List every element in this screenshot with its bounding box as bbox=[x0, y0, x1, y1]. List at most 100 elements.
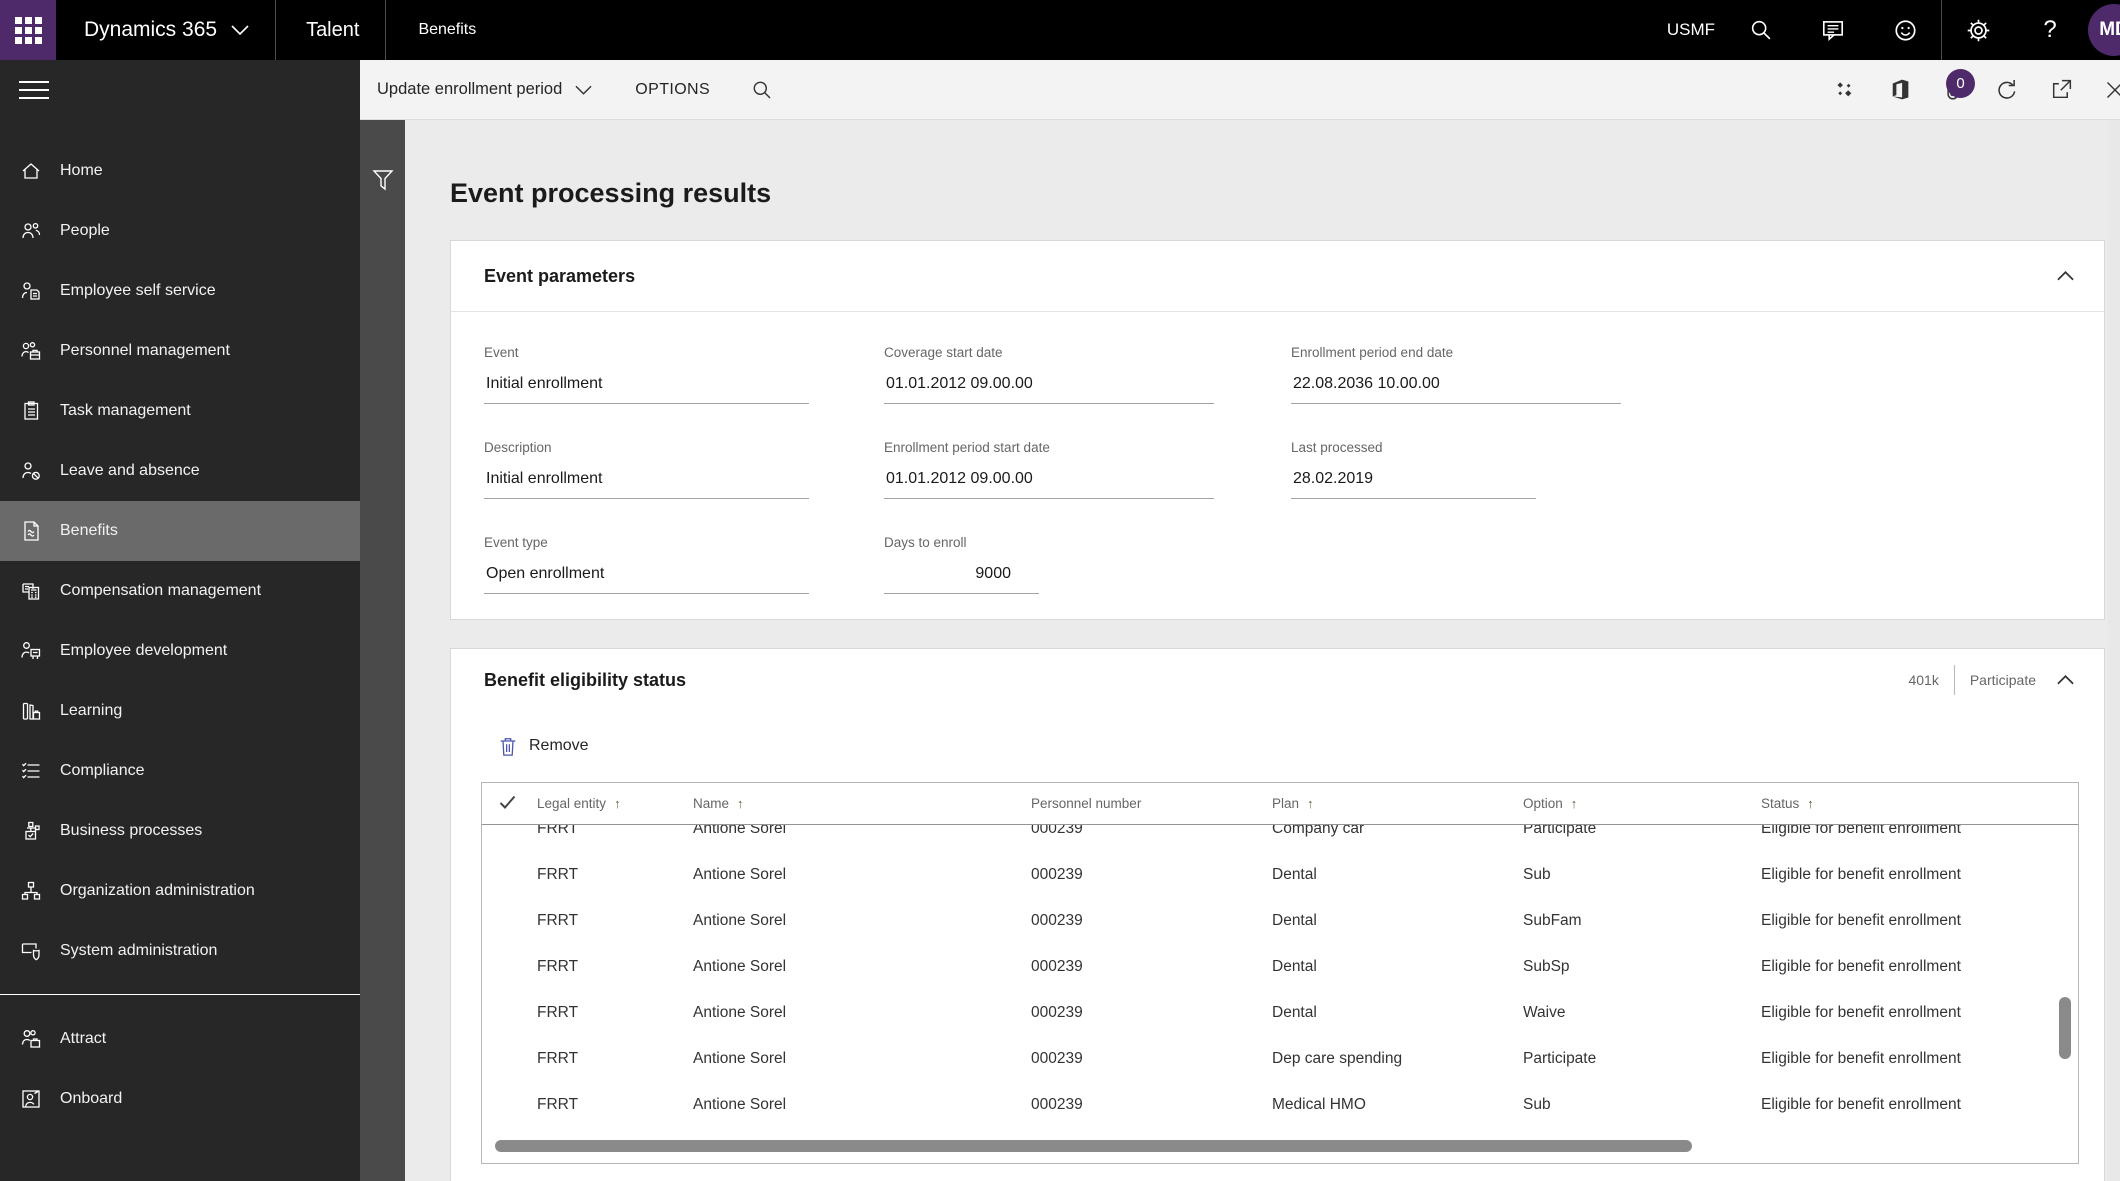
sort-ascending-icon: ↑ bbox=[1570, 796, 1578, 811]
table-cell: Dental bbox=[1272, 958, 1317, 975]
settings-button[interactable] bbox=[1942, 0, 2014, 60]
sidebar-item-home[interactable]: Home bbox=[0, 141, 360, 201]
feedback-button[interactable] bbox=[1797, 0, 1869, 60]
help-button[interactable]: ? bbox=[2014, 0, 2086, 60]
field-value[interactable]: 9000 bbox=[884, 564, 1039, 594]
table-row[interactable]: FRRT Antione Sorel 000239 Dental Sub Eligible… bbox=[482, 852, 2078, 898]
table-cell: FRRT bbox=[537, 825, 579, 837]
sidebar-item-leave-and-absence[interactable]: Leave and absence bbox=[0, 441, 360, 501]
company-picker[interactable]: USMF bbox=[1667, 20, 1715, 40]
office-button[interactable] bbox=[1872, 60, 1926, 120]
field-value[interactable]: Initial enrollment bbox=[484, 469, 809, 499]
close-pane-button[interactable] bbox=[2088, 60, 2120, 120]
table-cell: Dental bbox=[1272, 912, 1317, 929]
table-row[interactable]: FRRT Antione Sorel 000239 Dep care spending… bbox=[482, 1036, 2078, 1082]
table-cell: Antione Sorel bbox=[693, 912, 787, 929]
attract-icon bbox=[19, 1027, 43, 1051]
vertical-scrollbar-thumb[interactable] bbox=[2059, 997, 2071, 1059]
field-value[interactable]: 22.08.2036 10.00.00 bbox=[1291, 374, 1621, 404]
attachments-button[interactable]: 0 bbox=[1926, 60, 1980, 120]
page-scrollbar-track[interactable] bbox=[2108, 120, 2120, 1181]
app-name-menu[interactable]: Dynamics 365 bbox=[84, 18, 249, 42]
options-menu-button[interactable]: OPTIONS bbox=[635, 81, 710, 99]
screen: Dynamics 365 Talent Benefits USMF ? M Up… bbox=[0, 0, 2120, 1181]
table-cell: FRRT bbox=[537, 1004, 579, 1021]
field-label: Last processed bbox=[1291, 440, 1383, 455]
sidebar-item-attract[interactable]: Attract bbox=[0, 1009, 360, 1069]
table-row[interactable]: FRRT Antione Sorel 000239 Dental Waive Eligib… bbox=[482, 990, 2078, 1036]
collapse-section-button[interactable] bbox=[2057, 675, 2074, 685]
sidebar-item-task-management[interactable]: Task management bbox=[0, 381, 360, 441]
table-row[interactable]: FRRT Antione Sorel 000239 Dental SubSp Eligib… bbox=[482, 944, 2078, 990]
benefit-eligibility-header[interactable]: Benefit eligibility status 401k Particip… bbox=[451, 649, 2104, 711]
field-value[interactable]: Open enrollment bbox=[484, 564, 809, 594]
column-header-option[interactable]: Option ↑ bbox=[1523, 783, 1755, 824]
field-value[interactable]: Initial enrollment bbox=[484, 374, 809, 404]
table-cell: Participate bbox=[1523, 1050, 1597, 1067]
table-cell: 000239 bbox=[1031, 1004, 1083, 1021]
sidebar-item-employee-self-service[interactable]: Employee self service bbox=[0, 261, 360, 321]
nav-module-talent[interactable]: Talent bbox=[306, 19, 359, 42]
event-parameters-header[interactable]: Event parameters bbox=[451, 241, 2104, 312]
column-header-legal-entity[interactable]: Legal entity ↑ bbox=[537, 783, 687, 824]
field-event[interactable]: Event Initial enrollment bbox=[484, 344, 809, 404]
sidebar-item-employee-development[interactable]: Employee development bbox=[0, 621, 360, 681]
sidebar-item-onboard[interactable]: Onboard bbox=[0, 1069, 360, 1129]
clipboard-icon bbox=[19, 399, 43, 423]
open-in-new-window-button[interactable] bbox=[2034, 60, 2088, 120]
hamburger-menu-button[interactable] bbox=[19, 81, 49, 99]
horizontal-scrollbar-thumb[interactable] bbox=[495, 1140, 1692, 1152]
column-header-status[interactable]: Status ↑ bbox=[1761, 783, 2069, 824]
remove-button[interactable]: Remove bbox=[498, 729, 589, 763]
app-launcher-button[interactable] bbox=[0, 0, 56, 60]
table-row[interactable]: FRRT Antione Sorel 000239 Dental SubFam Eligi… bbox=[482, 898, 2078, 944]
sidebar-item-organization-administration[interactable]: Organization administration bbox=[0, 861, 360, 921]
field-coverage-start-date[interactable]: Coverage start date 01.01.2012 09.00.00 bbox=[884, 344, 1214, 404]
column-header-personnel-number[interactable]: Personnel number bbox=[1031, 783, 1266, 824]
field-value[interactable]: 01.01.2012 09.00.00 bbox=[884, 374, 1214, 404]
field-last-processed[interactable]: Last processed 28.02.2019 bbox=[1291, 439, 1536, 499]
sidebar-item-people[interactable]: People bbox=[0, 201, 360, 261]
sidebar-item-compliance[interactable]: Compliance bbox=[0, 741, 360, 801]
sidebar-item-business-processes[interactable]: Business processes bbox=[0, 801, 360, 861]
field-value[interactable]: 01.01.2012 09.00.00 bbox=[884, 469, 1214, 499]
sidebar-item-system-administration[interactable]: System administration bbox=[0, 921, 360, 981]
refresh-button[interactable] bbox=[1980, 60, 2034, 120]
table-cell: 000239 bbox=[1031, 825, 1083, 837]
sidebar-item-compensation-management[interactable]: Compensation management bbox=[0, 561, 360, 621]
field-event-type[interactable]: Event type Open enrollment bbox=[484, 534, 809, 594]
search-button[interactable] bbox=[1725, 0, 1797, 60]
filter-pane-button[interactable] bbox=[371, 169, 405, 191]
collapse-section-button[interactable] bbox=[2057, 271, 2074, 281]
field-enrollment-period-end-date[interactable]: Enrollment period end date 22.08.2036 10… bbox=[1291, 344, 1621, 404]
sidebar-item-personnel-management[interactable]: Personnel management bbox=[0, 321, 360, 381]
glimpse-button[interactable] bbox=[1818, 60, 1872, 120]
sort-ascending-icon: ↑ bbox=[1307, 796, 1314, 811]
command-search-button[interactable] bbox=[750, 78, 774, 102]
org-hierarchy-icon bbox=[19, 879, 43, 903]
field-label: Enrollment period end date bbox=[1291, 345, 1454, 360]
table-cell: FRRT bbox=[537, 866, 579, 883]
field-value[interactable]: 28.02.2019 bbox=[1291, 469, 1536, 499]
table-row[interactable]: FRRT Antione Sorel 000239 Medical HMO Sub Eli… bbox=[482, 1082, 2078, 1128]
column-header-name[interactable]: Name ↑ bbox=[693, 783, 1023, 824]
field-days-to-enroll[interactable]: Days to enroll 9000 bbox=[884, 534, 1039, 594]
table-row[interactable]: FRRT Antione Sorel 000239 Company car Partic… bbox=[482, 825, 2078, 852]
system-shield-icon bbox=[19, 939, 43, 963]
sidebar-item-benefits[interactable]: Benefits bbox=[0, 501, 360, 561]
checklist-icon bbox=[19, 759, 43, 783]
table-cell: Antione Sorel bbox=[693, 1096, 787, 1113]
field-label: Enrollment period start date bbox=[884, 440, 1050, 455]
page-title: Event processing results bbox=[450, 178, 772, 208]
avatar[interactable]: MD bbox=[2088, 4, 2120, 56]
field-description[interactable]: Description Initial enrollment bbox=[484, 439, 809, 499]
column-header-plan[interactable]: Plan ↑ bbox=[1272, 783, 1517, 824]
select-all-checkmark-icon[interactable] bbox=[499, 795, 516, 810]
sidebar-item-learning[interactable]: Learning bbox=[0, 681, 360, 741]
table-cell: 000239 bbox=[1031, 866, 1083, 883]
update-enrollment-period-button[interactable]: Update enrollment period bbox=[377, 80, 592, 99]
table-cell: Antione Sorel bbox=[693, 866, 787, 883]
table-cell: FRRT bbox=[537, 912, 579, 929]
field-enrollment-period-start-date[interactable]: Enrollment period start date 01.01.2012 … bbox=[884, 439, 1214, 499]
sentiment-button[interactable] bbox=[1869, 0, 1941, 60]
